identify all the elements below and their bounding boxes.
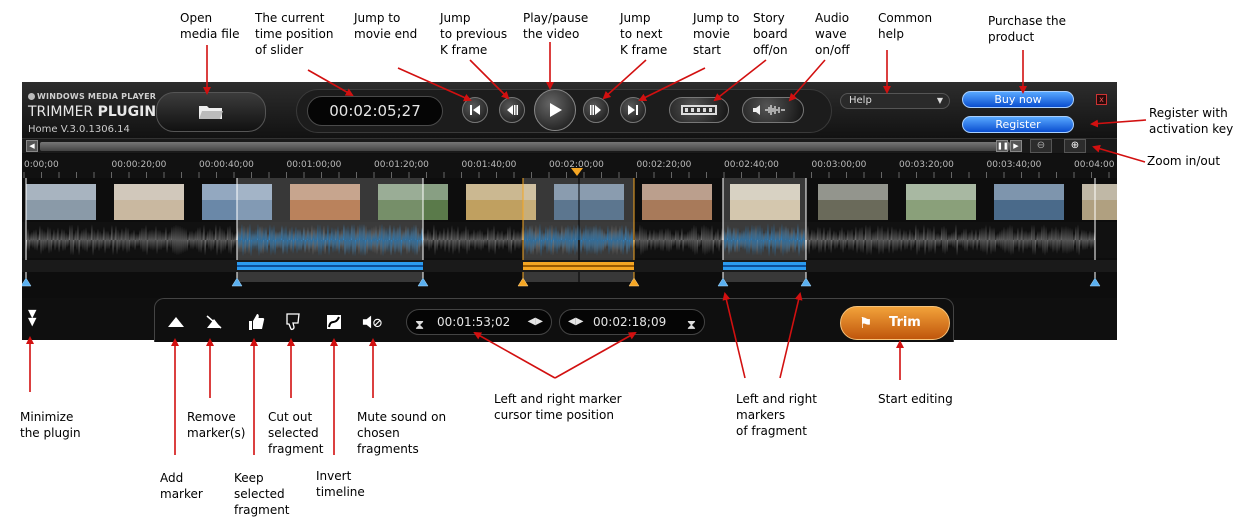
- annotation-arrows: [26, 42, 1147, 455]
